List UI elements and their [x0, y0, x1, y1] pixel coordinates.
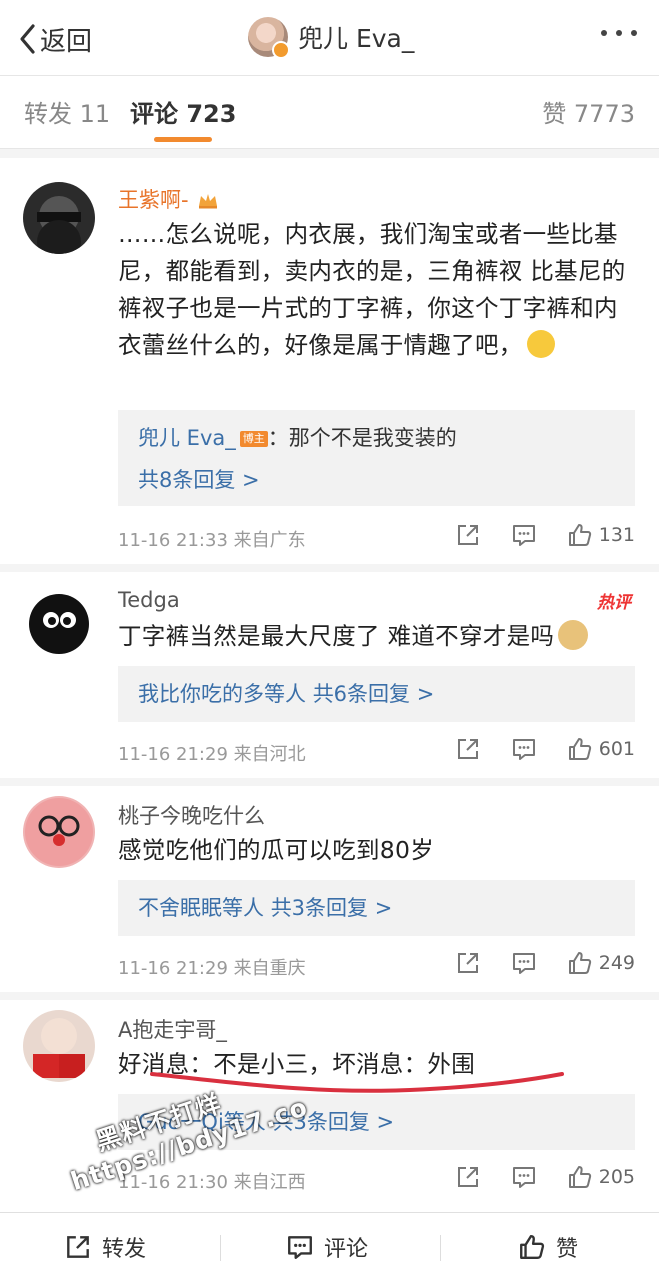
- thumbs-up-icon: [520, 1235, 545, 1259]
- comment-icon[interactable]: [511, 1164, 537, 1190]
- reply-author[interactable]: 兜儿 Eva_: [138, 426, 236, 450]
- reply-box[interactable]: 不舍眠眠等人 共3条回复 >: [118, 880, 635, 936]
- like-count: 601: [598, 738, 635, 760]
- crown-icon: [198, 194, 217, 209]
- comment-text: 丁字裤当然是最大尺度了 难道不穿才是吗: [118, 618, 633, 655]
- like-button[interactable]: 131: [567, 522, 635, 548]
- reply-users[interactable]: Guo一Qi等人: [138, 1110, 266, 1134]
- user-avatar[interactable]: [23, 586, 95, 658]
- comment-meta: 11-16 21:33 来自广东: [118, 530, 306, 551]
- laugh-emoji-icon: [526, 330, 555, 358]
- user-avatar[interactable]: [23, 182, 95, 254]
- divider: [0, 778, 659, 786]
- comment-icon[interactable]: [511, 522, 537, 548]
- share-icon[interactable]: [455, 950, 481, 976]
- comment-actions: 205: [455, 1164, 635, 1190]
- comment-item: A抱走宇哥_ 好消息：不是小三，坏消息：外围 Guo一Qi等人 共3条回复 > …: [0, 1000, 659, 1212]
- author-avatar[interactable]: [248, 17, 290, 59]
- chevron-left-icon: [20, 24, 35, 54]
- thumbs-up-icon: [568, 738, 591, 760]
- view-replies-link[interactable]: 共8条回复 >: [138, 459, 615, 501]
- doge-emoji-icon: [558, 620, 589, 650]
- divider: [220, 1235, 221, 1261]
- comment-text: ……怎么说呢，内衣展，我们淘宝或者一些比基尼，都能看到，卖内衣的是，三角裤衩 比…: [118, 220, 626, 359]
- comment-actions: 131: [455, 522, 635, 548]
- comment-actions: 249: [455, 950, 635, 976]
- verified-icon: [272, 41, 290, 59]
- tab-likes[interactable]: 赞 7773: [542, 94, 635, 129]
- comment-meta: 11-16 21:30 来自江西: [118, 1172, 306, 1193]
- comment-text: 感觉吃他们的瓜可以吃到80岁: [118, 836, 435, 864]
- comment-username[interactable]: 桃子今晚吃什么: [118, 800, 265, 830]
- reply-users[interactable]: 不舍眠眠等人: [138, 896, 264, 920]
- like-button[interactable]: 249: [567, 950, 635, 976]
- bottom-action-bar: 转发 评论 赞: [0, 1212, 659, 1281]
- thumbs-up-icon: [568, 1166, 591, 1188]
- comment-item: 热评 Tedga 丁字裤当然是最大尺度了 难道不穿才是吗 我比你吃的多等人 共6…: [0, 572, 659, 778]
- comment-actions: 601: [455, 736, 635, 762]
- like-count: 131: [598, 524, 635, 546]
- thumbs-up-icon: [568, 952, 591, 974]
- reply-box[interactable]: 兜儿 Eva_ 博主 ：那个不是我变装的 共8条回复 >: [118, 410, 635, 506]
- comment-icon[interactable]: [511, 736, 537, 762]
- thumbs-up-icon: [568, 524, 591, 546]
- view-replies-link[interactable]: 共6条回复 >: [313, 682, 435, 706]
- share-icon[interactable]: [455, 522, 481, 548]
- more-options-button[interactable]: [601, 30, 637, 36]
- reply-box[interactable]: Guo一Qi等人 共3条回复 >: [118, 1094, 635, 1150]
- comment-meta: 11-16 21:29 来自河北: [118, 744, 306, 765]
- back-label: 返回: [40, 26, 93, 57]
- back-button[interactable]: 返回: [18, 22, 93, 57]
- repost-button[interactable]: 转发: [64, 1213, 146, 1281]
- more-icon: [601, 30, 607, 36]
- page-title: 兜儿 Eva_: [298, 24, 415, 53]
- comment-button[interactable]: 评论: [286, 1213, 368, 1281]
- tab-repost[interactable]: 转发 11: [24, 94, 110, 129]
- comment-icon[interactable]: [511, 950, 537, 976]
- comment-username[interactable]: A抱走宇哥_: [118, 1014, 227, 1044]
- like-count: 249: [598, 952, 635, 974]
- tab-comments[interactable]: 评论 723: [130, 94, 236, 129]
- user-avatar[interactable]: [23, 1010, 95, 1082]
- comment-item: 桃子今晚吃什么 感觉吃他们的瓜可以吃到80岁 不舍眠眠等人 共3条回复 > 11…: [0, 786, 659, 992]
- comment-text: 好消息：不是小三，坏消息：外围: [118, 1050, 475, 1078]
- nav-header: 返回 兜儿 Eva_: [0, 0, 659, 76]
- comment-username[interactable]: Tedga: [118, 588, 180, 612]
- like-button[interactable]: 601: [567, 736, 635, 762]
- post-author[interactable]: 兜儿 Eva_: [248, 17, 415, 59]
- divider: [440, 1235, 441, 1261]
- tab-bar: 转发 11 评论 723 赞 7773: [0, 76, 659, 149]
- reply-box[interactable]: 我比你吃的多等人 共6条回复 >: [118, 666, 635, 722]
- like-button[interactable]: 205: [567, 1164, 635, 1190]
- share-icon: [67, 1236, 89, 1258]
- like-count: 205: [598, 1166, 635, 1188]
- comment-meta: 11-16 21:29 来自重庆: [118, 958, 306, 979]
- comment-username[interactable]: 王紫啊-: [118, 184, 219, 214]
- reply-users[interactable]: 我比你吃的多等人: [138, 682, 306, 706]
- reply-text: ：那个不是我变装的: [267, 426, 457, 450]
- user-avatar[interactable]: [23, 796, 95, 868]
- divider: [0, 564, 659, 572]
- like-post-button[interactable]: 赞: [518, 1213, 578, 1281]
- comment-item: 王紫啊- ……怎么说呢，内衣展，我们淘宝或者一些比基尼，都能看到，卖内衣的是，三…: [0, 158, 659, 564]
- blogger-tag: 博主: [239, 431, 268, 447]
- tab-indicator: [154, 137, 212, 142]
- share-icon[interactable]: [455, 1164, 481, 1190]
- divider: [0, 992, 659, 1000]
- share-icon[interactable]: [455, 736, 481, 762]
- view-replies-link[interactable]: 共3条回复 >: [271, 896, 393, 920]
- view-replies-link[interactable]: 共3条回复 >: [272, 1110, 394, 1134]
- hot-comment-badge: 热评: [597, 593, 631, 613]
- comment-icon: [288, 1236, 312, 1259]
